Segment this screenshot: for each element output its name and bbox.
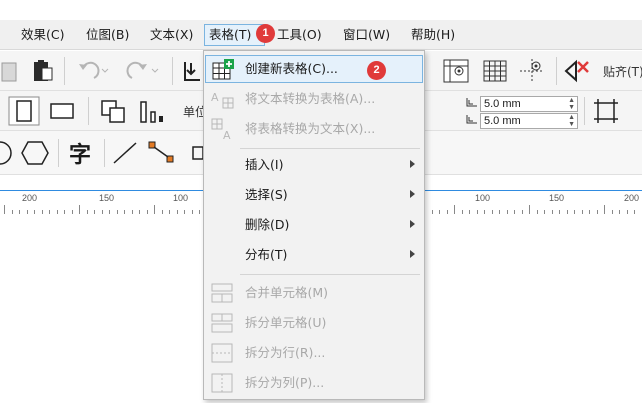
duplicate-x-value: 5.0 mm [484,98,521,110]
table-menu-dropdown: 创建新表格(C)... A 将文本转换为表格(A)... A 将表格转换为文本(… [203,50,425,400]
menu-item-label: 将表格转换为文本(X)... [245,121,376,136]
menu-item-label: 插入(I) [245,157,284,172]
clipboard-icon[interactable] [28,58,56,84]
menu-text[interactable]: 文本(X) [146,24,197,46]
all-pages-icon[interactable] [98,96,130,126]
snap-to-label[interactable]: 贴齐(T) [603,63,642,80]
menu-separator [240,148,420,149]
ruler-tick [604,205,605,214]
duplicate-x-icon [464,96,480,110]
split-columns-icon [210,372,234,394]
toolbar-separator [58,139,59,167]
connector-tool-icon[interactable] [146,139,178,167]
duplicate-x-input[interactable]: 5.0 mm ▲ ▼ [480,96,578,112]
ruler-tick [79,205,80,214]
import-icon[interactable] [180,59,202,83]
menu-item-create-table[interactable]: 创建新表格(C)... [205,55,423,83]
menu-item-label: 拆分单元格(U) [245,315,327,330]
menu-item-split-cells[interactable]: 拆分单元格(U) [205,309,423,337]
menu-item-label: 分布(T) [245,247,288,262]
menu-item-table-to-text[interactable]: A 将表格转换为文本(X)... [205,115,423,143]
toolbar-separator [104,139,105,167]
menu-item-label: 拆分为行(R)... [245,345,326,360]
menu-item-label: 合并单元格(M) [245,285,329,300]
menu-bar: 效果(C) 位图(B) 文本(X) 表格(T) 工具(O) 窗口(W) 帮助(H… [0,20,642,50]
submenu-arrow-icon [410,190,415,198]
menu-item-select[interactable]: 选择(S) [205,181,423,209]
dimension-tool-icon[interactable] [190,139,204,167]
menu-item-split-columns[interactable]: 拆分为列(P)... [205,369,423,397]
guidelines-view-icon[interactable] [516,57,548,85]
current-page-icon[interactable] [136,96,168,126]
line-tool-icon[interactable] [110,139,142,167]
text-tool-icon[interactable]: 字 [64,139,96,168]
portrait-page-icon[interactable] [8,96,40,126]
table-to-text-icon: A [210,118,234,142]
menu-item-label: 将文本转换为表格(A)... [245,91,376,106]
spin-arrows-icon[interactable]: ▲ ▼ [568,97,575,111]
toolbar-separator [64,57,65,85]
toolbar-separator [88,97,89,125]
submenu-arrow-icon [410,220,415,228]
spin-arrows-icon[interactable]: ▲ ▼ [568,114,575,128]
ruler-tick [454,205,455,214]
menu-item-text-to-table[interactable]: A 将文本转换为表格(A)... [205,85,423,113]
toolbar-separator [584,97,585,125]
toolbar-separator [172,57,173,85]
ruler-label: 200 [22,193,38,203]
submenu-arrow-icon [410,250,415,258]
paste-icon[interactable] [0,59,18,83]
menu-item-merge-cells[interactable]: 合并单元格(M) [205,279,423,307]
toolbar-separator [556,57,557,85]
polygon-tool-icon[interactable] [20,139,50,167]
landscape-page-icon[interactable] [46,96,78,126]
undo-icon[interactable] [74,59,110,83]
menu-help[interactable]: 帮助(H) [407,24,459,46]
rulers-view-icon[interactable] [440,57,472,85]
menu-window[interactable]: 窗口(W) [339,24,394,46]
menu-bitmaps[interactable]: 位图(B) [82,24,133,46]
split-cells-icon [210,312,234,334]
duplicate-y-icon [464,113,480,127]
ruler-tick [154,205,155,214]
ruler-label: 150 [99,193,115,203]
create-table-icon [211,59,235,81]
redo-icon[interactable] [124,59,160,83]
snap-off-icon[interactable] [562,57,592,85]
step-badge-2: 2 [367,61,386,80]
ruler-tick [529,205,530,214]
step-badge-1: 1 [256,24,275,43]
menu-effects[interactable]: 效果(C) [17,24,68,46]
duplicate-y-input[interactable]: 5.0 mm ▲ ▼ [480,113,578,129]
duplicate-y-value: 5.0 mm [484,115,521,127]
menu-item-split-rows[interactable]: 拆分为行(R)... [205,339,423,367]
ruler-tick [4,205,5,214]
menu-separator [240,274,420,275]
menu-item-label: 创建新表格(C)... [245,61,338,76]
menu-item-label: 选择(S) [245,187,288,202]
svg-text:A: A [223,129,231,140]
menu-tools[interactable]: 工具(O) [273,24,326,46]
ellipse-tool-icon[interactable] [0,139,14,167]
svg-text:A: A [211,91,219,104]
menu-item-delete[interactable]: 删除(D) [205,211,423,239]
ruler-label: 150 [549,193,565,203]
ruler-label: 100 [173,193,189,203]
submenu-arrow-icon [410,160,415,168]
split-rows-icon [210,342,234,364]
menu-item-distribute[interactable]: 分布(T) [205,241,423,269]
menu-item-label: 删除(D) [245,217,290,232]
grid-view-icon[interactable] [479,57,511,85]
menu-item-label: 拆分为列(P)... [245,375,325,390]
bleed-frame-icon[interactable] [591,96,621,126]
merge-cells-icon [210,282,234,304]
window-top-strip [0,0,642,20]
ruler-label: 200 [624,193,640,203]
ruler-label: 100 [475,193,491,203]
text-to-table-icon: A [210,88,234,110]
menu-item-insert[interactable]: 插入(I) [205,151,423,179]
